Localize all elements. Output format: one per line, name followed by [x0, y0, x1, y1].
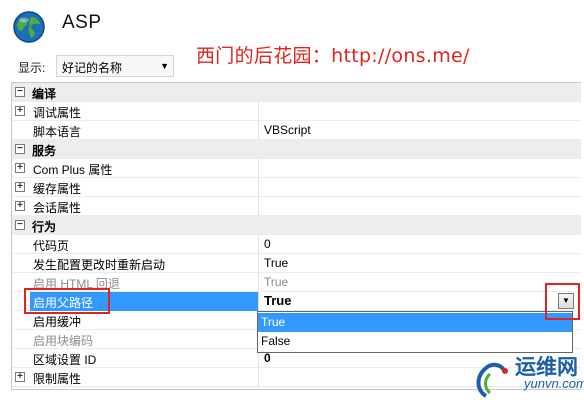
expand-icon[interactable]: + — [15, 163, 25, 173]
collapse-icon[interactable]: − — [15, 144, 25, 154]
value-divider — [258, 102, 259, 121]
property-name: 代码页 — [33, 239, 70, 253]
annotation-box-property — [24, 288, 110, 314]
property-name: 会话属性 — [33, 201, 82, 215]
view-select-value: 好记的名称 — [62, 61, 123, 75]
view-label: 显示: — [18, 61, 46, 75]
property-name: 限制属性 — [33, 372, 82, 386]
collapse-icon[interactable]: − — [15, 87, 25, 97]
property-value: True — [264, 275, 289, 289]
globe-icon — [12, 10, 46, 44]
value-divider — [258, 368, 259, 387]
value-divider — [258, 254, 259, 273]
property-name: 脚本语言 — [33, 125, 82, 139]
value-divider — [258, 197, 259, 216]
expand-icon[interactable]: + — [15, 106, 25, 116]
view-select[interactable]: 好记的名称 ▼ — [56, 55, 174, 77]
watermark-text: 西门的后花园：http://ons.me/ — [196, 45, 470, 67]
property-row-cache[interactable]: + 缓存属性 — [12, 178, 581, 197]
property-name: 启用块编码 — [33, 334, 94, 348]
category-row-compile[interactable]: − 编译 — [12, 83, 581, 102]
logo-domain: yunvn.com — [524, 376, 584, 391]
value-divider — [258, 235, 259, 254]
property-value[interactable]: 0 — [264, 351, 271, 365]
dropdown-option-true[interactable]: True — [258, 313, 572, 332]
property-row-restart-on-config-change[interactable]: 发生配置更改时重新启动 True — [12, 254, 581, 273]
property-name: 区域设置 ID — [33, 353, 97, 367]
property-name: 发生配置更改时重新启动 — [33, 258, 166, 272]
property-row-complus[interactable]: + Com Plus 属性 — [12, 159, 581, 178]
collapse-icon[interactable]: − — [15, 220, 25, 230]
value-divider — [258, 178, 259, 197]
property-value-editor[interactable]: True — [264, 293, 291, 308]
property-value[interactable]: VBScript — [264, 123, 311, 137]
property-value[interactable]: True — [264, 256, 288, 270]
property-row-debug[interactable]: + 调试属性 — [12, 102, 581, 121]
category-label: 编译 — [32, 87, 57, 101]
property-name: 启用缓冲 — [33, 315, 82, 329]
property-row-script-language[interactable]: 脚本语言 VBScript — [12, 121, 581, 140]
value-divider — [258, 273, 259, 292]
property-name: 缓存属性 — [33, 182, 82, 196]
property-name: 调试属性 — [33, 106, 82, 120]
expand-icon[interactable]: + — [15, 201, 25, 211]
property-name: Com Plus 属性 — [33, 163, 113, 177]
category-row-behavior[interactable]: − 行为 — [12, 216, 581, 235]
annotation-box-dropdown — [545, 283, 580, 320]
property-row-session[interactable]: + 会话属性 — [12, 197, 581, 216]
page-title: ASP — [62, 12, 102, 33]
expand-icon[interactable]: + — [15, 182, 25, 192]
property-value[interactable]: 0 — [264, 237, 271, 251]
category-label: 服务 — [32, 144, 57, 158]
chevron-down-icon: ▼ — [160, 61, 169, 71]
property-row-codepage[interactable]: 代码页 0 — [12, 235, 581, 254]
expand-icon[interactable]: + — [15, 372, 25, 382]
category-row-services[interactable]: − 服务 — [12, 140, 581, 159]
category-label: 行为 — [32, 220, 57, 234]
value-divider — [258, 159, 259, 178]
value-divider — [258, 292, 259, 311]
value-divider — [258, 121, 259, 140]
